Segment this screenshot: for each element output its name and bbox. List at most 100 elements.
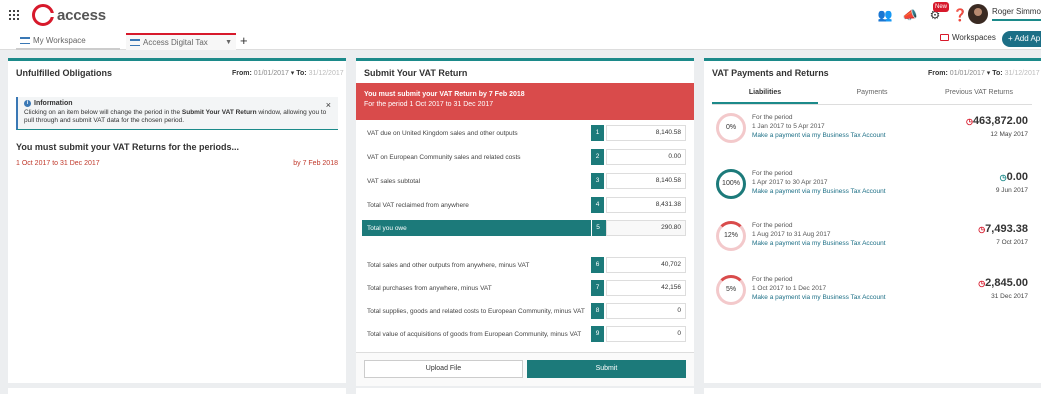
new-badge: New — [933, 2, 950, 12]
due-date: 9 Jun 2017 — [995, 187, 1028, 194]
logo-ring-icon — [32, 4, 55, 26]
liability-details: For the period 1 Jan 2017 to 5 Apr 2017 Ma… — [752, 113, 886, 140]
panel-title: Submit Your VAT Return — [364, 68, 468, 78]
liability-item: 100% For the period 1 Apr 2017 to 30 Apr 2… — [712, 169, 1034, 219]
for-period-label: For the period — [752, 276, 793, 283]
tab-previous-vat-returns[interactable]: Previous VAT Returns — [926, 89, 1032, 96]
liability-amount: ◷463,872.00 — [966, 115, 1028, 127]
people-icon[interactable]: 👥 — [877, 7, 893, 23]
must-submit-heading: You must submit your VAT Returns for the… — [16, 142, 240, 152]
chevron-down-icon[interactable]: ▾ — [987, 70, 991, 77]
rocket-icon[interactable]: ⚙ New — [927, 2, 950, 23]
info-header: i Information — [24, 100, 332, 107]
vat-row: Total sales and other outputs from anywh… — [362, 257, 686, 273]
due-date: 31 Dec 2017 — [991, 293, 1028, 300]
tab-label: Access Digital Tax — [143, 38, 208, 47]
logo-text: access — [57, 6, 106, 24]
box-value[interactable]: 8,140.58 — [606, 125, 686, 141]
vat-row: VAT sales subtotal 3 8,140.58 — [362, 173, 686, 189]
vat-row-label: Total you owe — [367, 224, 407, 232]
vat-row-label: VAT on European Community sales and rela… — [367, 153, 521, 161]
vat-row: Total value of acquisitions of goods fro… — [362, 326, 686, 342]
panel-title: Unfulfilled Obligations — [16, 68, 112, 78]
workspaces-button[interactable]: Workspaces — [940, 33, 996, 42]
box-value[interactable]: 0.00 — [606, 149, 686, 165]
make-payment-link[interactable]: Make a payment via my Business Tax Accou… — [752, 239, 886, 248]
vat-footer: Upload File Submit — [356, 352, 694, 386]
workspaces-label: Workspaces — [952, 33, 996, 42]
box-number: 8 — [591, 303, 604, 319]
avatar[interactable] — [968, 4, 988, 24]
obligation-row[interactable]: 1 Oct 2017 to 31 Dec 2017 by 7 Feb 2018 — [16, 160, 338, 167]
clock-icon: ◷ — [965, 117, 973, 126]
progress-percent: 12% — [723, 232, 738, 239]
progress-percent: 5% — [725, 286, 737, 293]
liability-amount: ◷0.00 — [1000, 171, 1028, 183]
workspace-icon — [20, 37, 30, 44]
vat-row-label: Total value of acquisitions of goods fro… — [367, 330, 582, 338]
tab-my-workspace[interactable]: My Workspace — [16, 33, 120, 50]
close-icon[interactable]: × — [326, 100, 331, 110]
box-value[interactable]: 8,431.38 — [606, 197, 686, 213]
tab-access-digital-tax[interactable]: Access Digital Tax ▼ — [126, 33, 236, 50]
megaphone-icon[interactable]: 📣 — [902, 7, 918, 23]
panel-title: VAT Payments and Returns — [712, 68, 829, 78]
box-number: 2 — [591, 149, 604, 165]
date-range: From: 01/01/2017 ▾ To: 31/12/2017 — [232, 69, 344, 77]
progress-percent: 100% — [722, 180, 740, 187]
chevron-down-icon[interactable]: ▾ — [291, 70, 295, 77]
user-name[interactable]: Roger Simmons — [992, 7, 1041, 16]
access-logo[interactable]: access — [32, 4, 106, 26]
tab-payments[interactable]: Payments — [819, 89, 925, 96]
submit-button[interactable]: Submit — [527, 360, 686, 378]
from-label: From: — [232, 70, 252, 77]
box-number: 3 — [591, 173, 604, 189]
user-underline — [992, 19, 1041, 21]
liability-item: 5% For the period 1 Oct 2017 to 1 Dec 2017… — [712, 275, 1034, 325]
liability-period: 1 Aug 2017 to 31 Aug 2017 — [752, 231, 831, 238]
vat-row-label: VAT sales subtotal — [367, 177, 421, 185]
box-number: 4 — [591, 197, 604, 213]
obligation-period: 1 Oct 2017 to 31 Dec 2017 — [16, 160, 100, 167]
alert-period: For the period 1 Oct 2017 to 31 Dec 2017 — [364, 101, 494, 108]
amount-value: 0.00 — [1006, 171, 1028, 183]
payment-progress-ring: 5% — [716, 275, 746, 305]
add-tab-button[interactable]: + — [240, 33, 248, 48]
upload-file-button[interactable]: Upload File — [364, 360, 523, 378]
liability-item: 0% For the period 1 Jan 2017 to 5 Apr 2017… — [712, 113, 1034, 163]
panel-footer-strip — [704, 388, 1041, 394]
vat-row-label: Total supplies, goods and related costs … — [367, 307, 585, 315]
amount-value: 7,493.38 — [985, 223, 1028, 235]
make-payment-link[interactable]: Make a payment via my Business Tax Accou… — [752, 131, 886, 140]
workspace-icon — [130, 39, 140, 46]
box-value[interactable]: 42,156 — [606, 280, 686, 296]
box-value[interactable]: 0 — [606, 326, 686, 342]
box-value[interactable]: 40,702 — [606, 257, 686, 273]
to-date[interactable]: 31/12/2017 — [1005, 70, 1040, 77]
box-number: 7 — [591, 280, 604, 296]
panel-footer-strip — [8, 388, 346, 394]
payment-progress-ring: 12% — [716, 221, 746, 251]
amount-value: 463,872.00 — [972, 115, 1028, 127]
help-icon[interactable]: ❓ — [952, 7, 968, 23]
from-date[interactable]: 01/01/2017 — [950, 70, 985, 77]
chevron-down-icon[interactable]: ▼ — [225, 39, 232, 46]
due-date: 12 May 2017 — [990, 131, 1028, 138]
make-payment-link[interactable]: Make a payment via my Business Tax Accou… — [752, 293, 886, 302]
box-value[interactable]: 8,140.58 — [606, 173, 686, 189]
vat-row-label: VAT due on United Kingdom sales and othe… — [367, 129, 518, 137]
information-box: i Information × Clicking on an item belo… — [16, 97, 338, 130]
from-date[interactable]: 01/01/2017 — [254, 70, 289, 77]
box-number: 5 — [591, 220, 604, 236]
tab-liabilities[interactable]: Liabilities — [712, 89, 818, 104]
app-launcher-icon[interactable] — [9, 10, 19, 20]
liability-amount: ◷2,845.00 — [978, 277, 1028, 289]
info-icon: i — [24, 100, 31, 107]
to-date[interactable]: 31/12/2017 — [309, 70, 344, 77]
box-value[interactable]: 0 — [606, 303, 686, 319]
total-owe-row: Total you owe 5 290.80 — [362, 220, 686, 236]
make-payment-link[interactable]: Make a payment via my Business Tax Accou… — [752, 187, 886, 196]
add-app-button[interactable]: + Add Ap — [1002, 31, 1041, 47]
box-value: 290.80 — [606, 220, 686, 236]
top-bar: access 👥 📣 ⚙New ❓ Roger Simmons — [0, 0, 1041, 30]
